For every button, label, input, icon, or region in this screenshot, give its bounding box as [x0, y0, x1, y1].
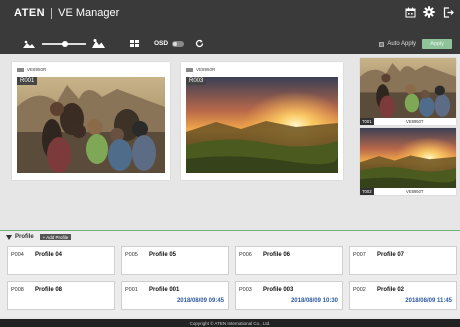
profile-id: P003	[239, 287, 252, 293]
sunset-landscape: R003	[186, 77, 338, 173]
profile-id: P005	[125, 252, 138, 258]
profile-card[interactable]: P006 Profile 06	[235, 246, 343, 275]
preview-tag: T001	[360, 118, 374, 125]
source-label: R001	[17, 77, 38, 85]
profile-name: Profile 001	[149, 287, 180, 293]
profile-name: Profile 06	[263, 252, 291, 258]
preview-caption: T001 VE8950T	[360, 118, 456, 125]
app-title: VE Manager	[58, 7, 120, 19]
profile-name: Profile 04	[35, 252, 63, 258]
family-photo-thumb	[360, 58, 456, 118]
device-chip-icon	[17, 67, 24, 72]
calendar-icon[interactable]	[404, 6, 416, 18]
profile-name: Profile 07	[377, 252, 405, 258]
osd-label: OSD	[154, 40, 169, 47]
auto-apply-label: Auto Apply	[387, 41, 416, 47]
profile-id: P004	[11, 252, 24, 258]
profile-name: Profile 05	[149, 252, 177, 258]
profile-id: P008	[11, 287, 24, 293]
profile-date: 2018/08/09 09:45	[176, 298, 224, 304]
profile-name: Profile 02	[377, 287, 405, 293]
slider-knob[interactable]	[62, 41, 68, 47]
brightness-low-icon	[23, 39, 35, 48]
sunset-landscape-thumb	[360, 128, 456, 188]
brightness-high-icon	[92, 38, 105, 48]
refresh-icon[interactable]	[195, 39, 204, 48]
source-device-label: VE8950R	[27, 67, 47, 72]
aten-logo: ATEN	[14, 7, 46, 19]
source-card-r001[interactable]: VE8950R R001	[12, 62, 170, 180]
device-chip-icon	[186, 67, 193, 72]
profile-card[interactable]: P007 Profile 07	[349, 246, 457, 275]
profile-name: Profile 003	[263, 287, 294, 293]
family-photo: R001	[17, 77, 165, 173]
profile-card[interactable]: P004 Profile 04	[7, 246, 115, 275]
layout-grid-icon[interactable]	[130, 40, 139, 47]
brand-divider	[51, 7, 53, 19]
collapse-triangle-icon[interactable]	[6, 234, 12, 240]
source-label: R003	[186, 77, 207, 85]
footer-copyright: Copyright © ATEN International Co., Ltd.	[0, 319, 460, 327]
osd-toggle[interactable]	[172, 40, 185, 47]
auto-apply-box[interactable]	[379, 41, 385, 47]
preview-device: VE8950T	[406, 119, 424, 124]
brand: ATEN VE Manager	[14, 6, 119, 20]
profile-date: 2018/08/09 10:30	[290, 298, 338, 304]
apply-button[interactable]: Apply	[422, 39, 452, 49]
profile-name: Profile 08	[35, 287, 63, 293]
auto-apply-checkbox[interactable]: Auto Apply	[379, 41, 416, 47]
preview-tag: T002	[360, 188, 374, 195]
source-card-r003[interactable]: VE8950R R003	[181, 62, 343, 180]
profile-panel: Profile + Add Profile P004 Profile 04 P0…	[0, 230, 460, 317]
profile-card[interactable]: P002 Profile 02 2018/08/09 11:45	[349, 281, 457, 310]
profile-card[interactable]: P003 Profile 003 2018/08/09 10:30	[235, 281, 343, 310]
profile-id: P007	[353, 252, 366, 258]
logout-icon[interactable]	[442, 6, 454, 18]
profile-id: P006	[239, 252, 252, 258]
gear-icon[interactable]	[423, 6, 435, 18]
preview-device: VE8950T	[406, 189, 424, 194]
profile-id: P002	[353, 287, 366, 293]
add-profile-button[interactable]: + Add Profile	[39, 234, 72, 240]
profile-card[interactable]: P008 Profile 08	[7, 281, 115, 310]
profile-header[interactable]: Profile + Add Profile	[6, 234, 72, 240]
preview-card-t002[interactable]: T002 VE8950T	[360, 128, 456, 195]
osd-toggle-group[interactable]: OSD	[154, 40, 185, 47]
source-device: VE8950R	[17, 67, 46, 72]
profile-card[interactable]: P001 Profile 001 2018/08/09 09:45	[121, 281, 229, 310]
profile-id: P001	[125, 287, 138, 293]
source-device: VE8950R	[186, 67, 215, 72]
source-device-label: VE8950R	[196, 67, 216, 72]
profile-title: Profile	[15, 234, 34, 240]
preview-card-t001[interactable]: T001 VE8950T	[360, 58, 456, 125]
slider-track[interactable]	[42, 41, 86, 47]
preview-caption: T002 VE8950T	[360, 188, 456, 195]
video-wall-area: VE8950R R001 VE8950R R003 T001 VE8950T T…	[0, 54, 460, 230]
profile-date: 2018/08/09 11:45	[405, 298, 452, 304]
profile-card[interactable]: P005 Profile 05	[121, 246, 229, 275]
